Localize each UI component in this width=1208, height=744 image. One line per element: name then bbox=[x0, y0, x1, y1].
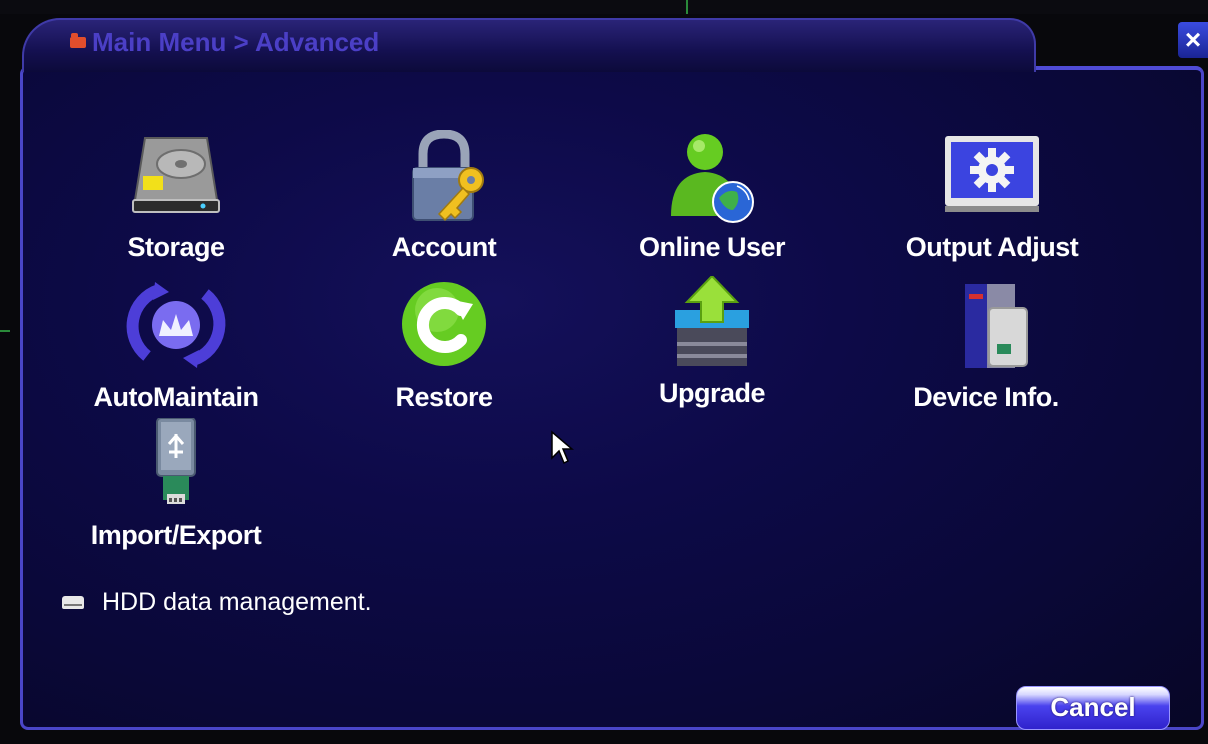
menu-item-label: Account bbox=[391, 232, 497, 262]
hard-drive-icon bbox=[121, 130, 231, 230]
mouse-pointer-icon bbox=[550, 430, 575, 466]
menu-item-label: Restore bbox=[395, 382, 493, 412]
menu-item-label: Device Info. bbox=[913, 382, 1059, 412]
menu-item-device-info[interactable]: Device Info. bbox=[876, 280, 1096, 413]
window-title: Main Menu > Advanced bbox=[70, 27, 379, 57]
close-icon: × bbox=[1184, 24, 1202, 55]
screen-edge bbox=[0, 0, 1208, 14]
menu-item-label: Output Adjust bbox=[905, 232, 1079, 262]
menu-item-account[interactable]: Account bbox=[334, 129, 554, 263]
menu-item-storage[interactable]: Storage bbox=[66, 130, 286, 263]
upgrade-icon bbox=[657, 274, 767, 376]
menu-item-label: Upgrade bbox=[658, 378, 766, 408]
cancel-button[interactable]: Cancel bbox=[1016, 686, 1170, 730]
menu-item-restore[interactable]: Restore bbox=[334, 280, 554, 413]
menu-item-automaintain[interactable]: AutoMaintain bbox=[66, 280, 286, 413]
padlock-key-icon bbox=[389, 129, 499, 230]
menu-item-label: Import/Export bbox=[90, 520, 262, 550]
user-globe-icon bbox=[657, 130, 767, 230]
monitor-gear-icon bbox=[937, 130, 1047, 230]
device-info-icon bbox=[931, 280, 1041, 380]
hdd-small-icon bbox=[62, 596, 84, 609]
restore-icon bbox=[389, 280, 499, 380]
menu-item-label: Storage bbox=[127, 232, 225, 262]
screen-artifact bbox=[686, 0, 688, 14]
menu-item-label: Online User bbox=[638, 232, 786, 262]
usb-drive-icon bbox=[121, 417, 231, 518]
menu-item-online-user[interactable]: Online User bbox=[602, 130, 822, 263]
menu-item-upgrade[interactable]: Upgrade bbox=[602, 274, 822, 409]
menu-item-label: AutoMaintain bbox=[93, 382, 259, 412]
menu-item-import-export[interactable]: Import/Export bbox=[66, 417, 286, 551]
close-button[interactable]: × bbox=[1178, 22, 1208, 58]
auto-maintain-icon bbox=[121, 280, 231, 380]
folder-icon bbox=[70, 32, 86, 48]
menu-item-output-adjust[interactable]: Output Adjust bbox=[882, 130, 1102, 263]
status-description-text: HDD data management. bbox=[102, 588, 372, 616]
status-description: HDD data management. bbox=[62, 588, 372, 617]
screen-artifact bbox=[0, 330, 10, 332]
window-title-text: Main Menu > Advanced bbox=[92, 26, 380, 57]
